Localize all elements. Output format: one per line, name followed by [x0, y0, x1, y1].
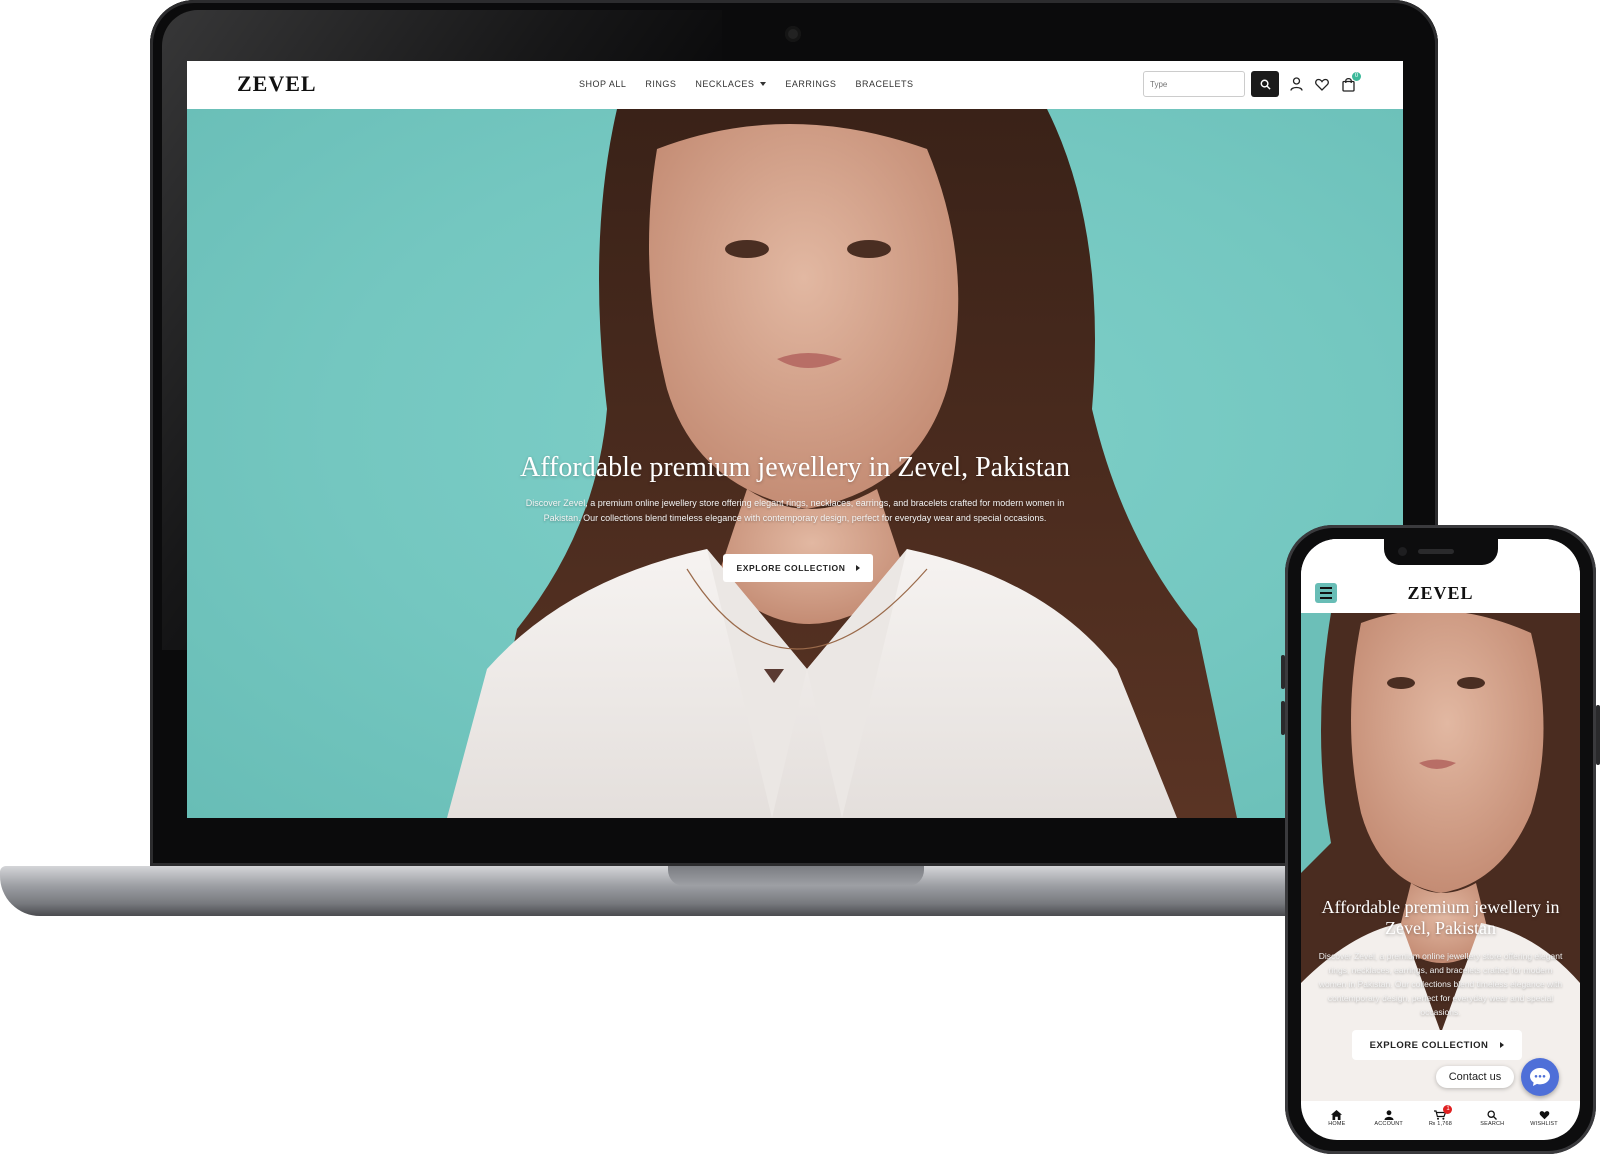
mobile-hero-model-image	[1301, 613, 1580, 1101]
nav-item-bracelets[interactable]: BRACELETS	[855, 79, 913, 89]
caret-right-icon	[855, 565, 860, 571]
phone-power-button	[1596, 705, 1600, 765]
phone-speaker	[1418, 549, 1454, 554]
phone-notch	[1384, 539, 1498, 565]
cart-badge: 1	[1443, 1105, 1453, 1114]
heart-icon	[1315, 78, 1329, 91]
chat-button[interactable]	[1521, 1058, 1559, 1096]
bottom-nav-home[interactable]: HOME	[1313, 1109, 1361, 1127]
site-logo[interactable]: ZEVEL	[237, 71, 317, 97]
mobile-explore-collection-label: EXPLORE COLLECTION	[1369, 1039, 1489, 1051]
mobile-explore-collection-button[interactable]: EXPLORE COLLECTION	[1352, 1030, 1522, 1060]
bottom-nav-account[interactable]: ACCOUNT	[1365, 1109, 1413, 1127]
home-icon	[1331, 1109, 1343, 1120]
bottom-nav-search[interactable]: SEARCH	[1468, 1109, 1516, 1127]
phone-camera	[1398, 547, 1407, 556]
hero-description: Discover Zevel, a premium online jewelle…	[525, 498, 1065, 523]
nav-item-necklaces[interactable]: NECKLACES	[695, 79, 767, 89]
hero-banner: Affordable premium jewellery in Zevel, P…	[187, 109, 1403, 818]
chat-bubble-icon	[1530, 1068, 1550, 1086]
search-icon	[1487, 1109, 1498, 1120]
search-input[interactable]	[1143, 71, 1245, 97]
contact-us-label[interactable]: Contact us	[1436, 1066, 1514, 1088]
mobile-screen: ZEVEL Affordable premium jewellery in Ze…	[1301, 539, 1580, 1140]
phone-side-button	[1281, 655, 1285, 689]
caret-right-icon	[1500, 1042, 1505, 1048]
account-button[interactable]	[1288, 76, 1304, 92]
user-icon	[1289, 77, 1303, 91]
main-nav: SHOP ALL RINGS NECKLACES EARRINGS BRACEL…	[579, 79, 913, 89]
cart-button[interactable]: 0	[1340, 72, 1361, 92]
explore-collection-button[interactable]: EXPLORE COLLECTION	[723, 554, 873, 582]
nav-item-rings[interactable]: RINGS	[645, 79, 676, 89]
search-button[interactable]	[1251, 71, 1279, 97]
user-icon	[1384, 1109, 1394, 1120]
mobile-bottom-nav: HOME ACCOUNT 1 ₨ 1,768 SEARCH WISHLIST	[1311, 1101, 1570, 1135]
bottom-nav-wishlist[interactable]: WISHLIST	[1520, 1109, 1568, 1127]
mobile-hero-title: Affordable premium jewellery in Zevel, P…	[1321, 897, 1560, 938]
laptop-camera	[785, 26, 801, 42]
phone-mockup: ZEVEL Affordable premium jewellery in Ze…	[1281, 525, 1600, 1154]
phone-side-button	[1281, 701, 1285, 735]
hero-title: Affordable premium jewellery in Zevel, P…	[520, 452, 1070, 483]
desktop-screen: ZEVEL SHOP ALL RINGS NECKLACES EARRINGS …	[187, 61, 1403, 818]
heart-icon	[1539, 1110, 1549, 1119]
explore-collection-label: EXPLORE COLLECTION	[736, 563, 846, 573]
cart-count-badge: 0	[1352, 72, 1361, 81]
bottom-nav-cart[interactable]: 1 ₨ 1,768	[1416, 1105, 1464, 1127]
mobile-hero-description: Discover Zevel, a premium online jewelle…	[1318, 951, 1563, 1017]
laptop-hinge-notch	[668, 866, 924, 886]
chevron-down-icon	[760, 82, 767, 86]
search-icon	[1260, 79, 1271, 90]
mobile-hero: Affordable premium jewellery in Zevel, P…	[1301, 613, 1580, 1101]
site-header: ZEVEL SHOP ALL RINGS NECKLACES EARRINGS …	[187, 61, 1403, 110]
nav-item-shop-all[interactable]: SHOP ALL	[579, 79, 626, 89]
nav-item-earrings[interactable]: EARRINGS	[785, 79, 836, 89]
mobile-logo[interactable]: ZEVEL	[1301, 583, 1580, 604]
wishlist-button[interactable]	[1314, 76, 1330, 92]
